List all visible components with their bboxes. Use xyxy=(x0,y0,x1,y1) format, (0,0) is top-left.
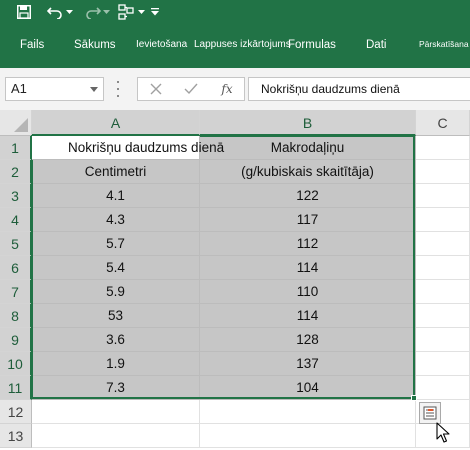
cell-a7[interactable]: 5.9 xyxy=(32,280,200,304)
cell-c8[interactable] xyxy=(416,304,470,328)
tab-review[interactable]: Pārskatīšana xyxy=(419,34,469,54)
column-header-b[interactable]: B xyxy=(200,110,416,136)
cell-c6[interactable] xyxy=(416,256,470,280)
cell-c10[interactable] xyxy=(416,352,470,376)
cell-b3[interactable]: 122 xyxy=(200,184,416,208)
ribbon-tab-bar: Fails Sākums Ievietošana Lappuses izkārt… xyxy=(0,24,470,68)
cell-b10[interactable]: 137 xyxy=(200,352,416,376)
name-box-value: A1 xyxy=(11,81,27,96)
cancel-x-icon[interactable] xyxy=(146,78,166,100)
tab-formulas[interactable]: Formulas xyxy=(288,35,336,55)
tab-data[interactable]: Dati xyxy=(366,35,386,55)
cell-b2[interactable]: (g/kubiskais skaitītāja) xyxy=(200,160,416,184)
layout-dropdown-icon[interactable] xyxy=(136,0,146,24)
cell-b4[interactable]: 117 xyxy=(200,208,416,232)
tab-file[interactable]: Fails xyxy=(20,35,44,55)
cell-a12[interactable] xyxy=(32,400,200,424)
row-header-1[interactable]: 1 xyxy=(0,136,32,160)
cell-b12[interactable] xyxy=(200,400,416,424)
cell-b7[interactable]: 110 xyxy=(200,280,416,304)
cell-a4[interactable]: 4.3 xyxy=(32,208,200,232)
cell-c2[interactable] xyxy=(416,160,470,184)
cell-c7[interactable] xyxy=(416,280,470,304)
cell-a13[interactable] xyxy=(32,424,200,448)
undo-icon[interactable] xyxy=(46,0,64,24)
column-header-a[interactable]: A xyxy=(32,110,200,136)
redo-icon[interactable] xyxy=(84,0,102,24)
cell-a11[interactable]: 7.3 xyxy=(32,376,200,400)
worksheet-grid: A B C 1 Nokrišņu daudzums dienā Makrodaļiņ… xyxy=(0,110,470,450)
row-header-10[interactable]: 10 xyxy=(0,352,32,376)
tab-page-layout[interactable]: Lappuses izkārtojums xyxy=(194,35,291,55)
cell-c5[interactable] xyxy=(416,232,470,256)
formula-bar: A1 fx Nokrišņu daudzums dienā xyxy=(0,68,470,110)
cell-c4[interactable] xyxy=(416,208,470,232)
column-header-c[interactable]: C xyxy=(416,110,470,136)
mouse-cursor-icon xyxy=(436,422,450,449)
row-header-4[interactable]: 4 xyxy=(0,208,32,232)
cell-b1[interactable]: Makrodaļiņu xyxy=(200,136,416,160)
row-header-11[interactable]: 11 xyxy=(0,376,32,400)
undo-dropdown-icon[interactable] xyxy=(64,0,74,24)
tab-insert[interactable]: Ievietošana xyxy=(136,35,187,55)
row-header-6[interactable]: 6 xyxy=(0,256,32,280)
save-icon[interactable] xyxy=(14,0,34,24)
checkmark-icon[interactable] xyxy=(180,78,202,100)
cell-a9[interactable]: 3.6 xyxy=(32,328,200,352)
cell-b6[interactable]: 114 xyxy=(200,256,416,280)
name-box[interactable]: A1 xyxy=(5,77,104,101)
cell-b13[interactable] xyxy=(200,424,416,448)
row-header-8[interactable]: 8 xyxy=(0,304,32,328)
formula-bar-resize-handle[interactable] xyxy=(116,81,120,97)
row-header-3[interactable]: 3 xyxy=(0,184,32,208)
cell-c1[interactable] xyxy=(416,136,470,160)
select-all-button[interactable] xyxy=(0,110,32,136)
quick-analysis-icon[interactable] xyxy=(419,402,441,424)
row-header-13[interactable]: 13 xyxy=(0,424,32,448)
insert-function-button[interactable]: fx xyxy=(216,78,238,100)
row-header-7[interactable]: 7 xyxy=(0,280,32,304)
formula-input[interactable]: Nokrišņu daudzums dienā xyxy=(248,77,470,101)
formula-bar-buttons: fx xyxy=(137,77,245,101)
layout-icon[interactable] xyxy=(116,0,136,24)
cell-a5[interactable]: 5.7 xyxy=(32,232,200,256)
cell-a3[interactable]: 4.1 xyxy=(32,184,200,208)
chevron-down-icon[interactable] xyxy=(90,87,98,92)
cell-a8[interactable]: 53 xyxy=(32,304,200,328)
cell-a1[interactable]: Nokrišņu daudzums dienā xyxy=(32,136,224,160)
row-header-5[interactable]: 5 xyxy=(0,232,32,256)
cell-a6[interactable]: 5.4 xyxy=(32,256,200,280)
cell-b9[interactable]: 128 xyxy=(200,328,416,352)
customize-qat-icon[interactable] xyxy=(148,0,162,24)
row-header-12[interactable]: 12 xyxy=(0,400,32,424)
cell-b11[interactable]: 104 xyxy=(200,376,416,400)
row-header-2[interactable]: 2 xyxy=(0,160,32,184)
quick-access-toolbar xyxy=(0,0,470,24)
tab-home[interactable]: Sākums xyxy=(74,35,116,55)
cell-b5[interactable]: 112 xyxy=(200,232,416,256)
redo-dropdown-icon[interactable] xyxy=(101,0,111,24)
fill-handle[interactable] xyxy=(411,395,417,401)
cell-c9[interactable] xyxy=(416,328,470,352)
cell-b8[interactable]: 114 xyxy=(200,304,416,328)
cell-a2[interactable]: Centimetri xyxy=(32,160,200,184)
cell-c3[interactable] xyxy=(416,184,470,208)
cell-a10[interactable]: 1.9 xyxy=(32,352,200,376)
cell-c11[interactable] xyxy=(416,376,470,400)
row-header-9[interactable]: 9 xyxy=(0,328,32,352)
